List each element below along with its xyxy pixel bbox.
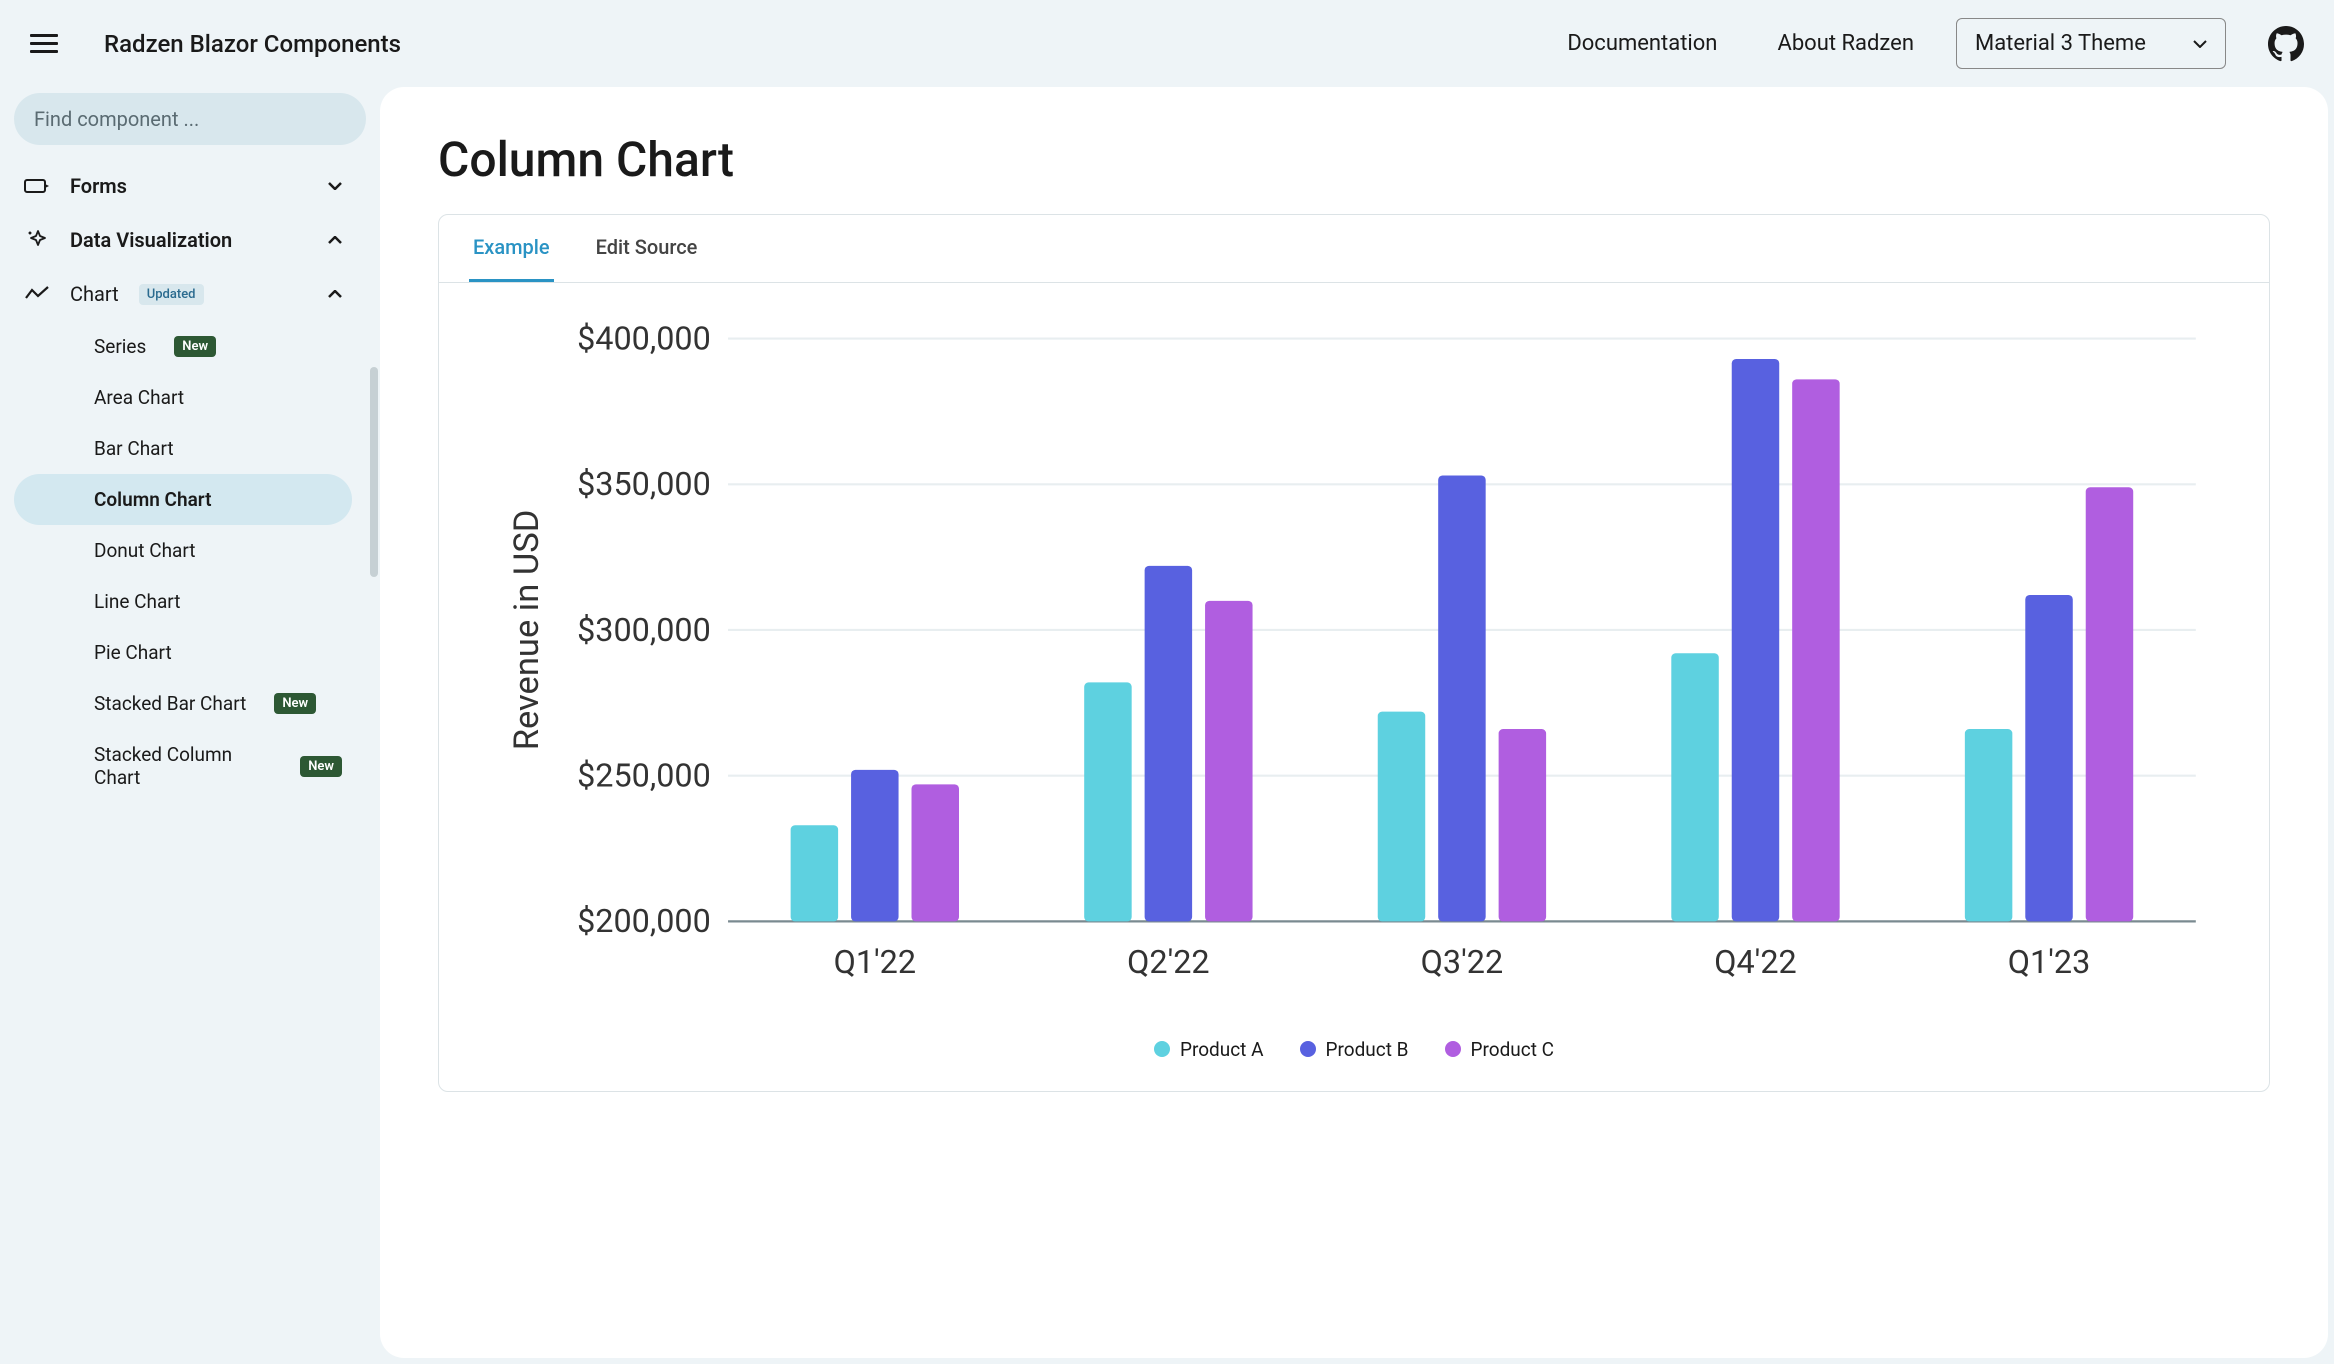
- svg-text:Q3'22: Q3'22: [1421, 943, 1503, 981]
- chevron-up-icon: [328, 290, 342, 298]
- bar[interactable]: [2086, 487, 2133, 921]
- sidebar-item-column-chart[interactable]: Column Chart: [14, 474, 352, 525]
- main-content: Column Chart Example Edit Source $200,00…: [380, 87, 2328, 1358]
- sidebar-item-stacked-column-chart[interactable]: Stacked Column Chart New: [14, 729, 352, 803]
- legend-item[interactable]: Product C: [1445, 1038, 1555, 1061]
- new-badge: New: [174, 336, 216, 357]
- bar[interactable]: [1378, 712, 1425, 922]
- sidebar-item-pie-chart[interactable]: Pie Chart: [14, 627, 352, 678]
- svg-text:Q4'22: Q4'22: [1714, 943, 1796, 981]
- legend-label: Product A: [1180, 1038, 1264, 1061]
- updated-badge: Updated: [139, 284, 204, 305]
- bar[interactable]: [1145, 566, 1192, 922]
- bar[interactable]: [1205, 601, 1252, 922]
- menu-toggle-button[interactable]: [30, 34, 58, 53]
- header: Radzen Blazor Components Documentation A…: [0, 0, 2334, 87]
- new-badge: New: [300, 756, 342, 777]
- chevron-down-icon: [2193, 40, 2207, 48]
- search-placeholder: Find component ...: [34, 107, 199, 131]
- chevron-up-icon: [328, 236, 342, 244]
- bar[interactable]: [912, 784, 959, 921]
- tabs: Example Edit Source: [439, 215, 2269, 283]
- scrollbar[interactable]: [370, 367, 378, 577]
- legend-item[interactable]: Product B: [1300, 1038, 1409, 1061]
- chart: $200,000 $250,000 $300,000 $350,000 $400,000…: [439, 283, 2269, 1091]
- svg-text:Q2'22: Q2'22: [1127, 943, 1209, 981]
- sidebar-item-forms[interactable]: Forms: [14, 159, 352, 213]
- new-badge: New: [274, 693, 316, 714]
- column-chart-svg: $200,000 $250,000 $300,000 $350,000 $400,000…: [469, 317, 2239, 1008]
- bar[interactable]: [1499, 729, 1546, 921]
- bar[interactable]: [1792, 379, 1839, 921]
- theme-select-label: Material 3 Theme: [1975, 31, 2146, 56]
- legend-label: Product C: [1471, 1038, 1555, 1061]
- sidebar-item-area-chart[interactable]: Area Chart: [14, 372, 352, 423]
- chart-legend: Product A Product B Product C: [469, 1038, 2239, 1061]
- bar[interactable]: [1671, 653, 1718, 921]
- sidebar-nav: Forms Data Visualization Chart Updated: [14, 159, 366, 1344]
- search-input[interactable]: Find component ...: [14, 93, 366, 145]
- github-icon[interactable]: [2268, 26, 2304, 62]
- chevron-down-icon: [328, 182, 342, 190]
- bar[interactable]: [1732, 359, 1779, 921]
- sidebar: Find component ... Forms Data Visualizat…: [0, 87, 380, 1364]
- svg-text:Revenue in USD: Revenue in USD: [507, 510, 547, 751]
- demo-card: Example Edit Source $200,000 $250,000 $300…: [438, 214, 2270, 1092]
- tab-example[interactable]: Example: [469, 215, 554, 282]
- chart-line-icon: [24, 281, 50, 307]
- legend-dot: [1445, 1041, 1461, 1057]
- sidebar-item-line-chart[interactable]: Line Chart: [14, 576, 352, 627]
- sidebar-item-stacked-bar-chart[interactable]: Stacked Bar Chart New: [14, 678, 352, 729]
- bar[interactable]: [1084, 682, 1131, 921]
- svg-text:$400,000: $400,000: [577, 319, 711, 357]
- sidebar-item-bar-chart[interactable]: Bar Chart: [14, 423, 352, 474]
- sparkle-icon: [24, 227, 50, 253]
- svg-text:$300,000: $300,000: [577, 611, 711, 649]
- nav-about[interactable]: About Radzen: [1759, 31, 1932, 56]
- bar[interactable]: [1438, 476, 1485, 922]
- svg-text:$350,000: $350,000: [577, 465, 711, 503]
- legend-dot: [1300, 1041, 1316, 1057]
- svg-text:Q1'23: Q1'23: [2008, 943, 2090, 981]
- bar[interactable]: [1965, 729, 2012, 921]
- svg-text:Q1'22: Q1'22: [834, 943, 916, 981]
- bar[interactable]: [2025, 595, 2072, 921]
- svg-text:$200,000: $200,000: [577, 902, 711, 940]
- bar[interactable]: [791, 825, 838, 921]
- sidebar-item-series[interactable]: Series New: [14, 321, 352, 372]
- tab-edit-source[interactable]: Edit Source: [592, 215, 702, 282]
- sidebar-item-donut-chart[interactable]: Donut Chart: [14, 525, 352, 576]
- brand-title[interactable]: Radzen Blazor Components: [104, 30, 401, 58]
- legend-dot: [1154, 1041, 1170, 1057]
- svg-text:$250,000: $250,000: [577, 756, 711, 794]
- theme-select[interactable]: Material 3 Theme: [1956, 18, 2226, 69]
- bar[interactable]: [851, 770, 898, 922]
- sidebar-item-data-visualization[interactable]: Data Visualization: [14, 213, 352, 267]
- legend-label: Product B: [1326, 1038, 1409, 1061]
- sidebar-item-chart[interactable]: Chart Updated: [14, 267, 352, 321]
- nav-documentation[interactable]: Documentation: [1549, 31, 1735, 56]
- legend-item[interactable]: Product A: [1154, 1038, 1264, 1061]
- forms-icon: [24, 173, 50, 199]
- page-title: Column Chart: [438, 131, 2270, 188]
